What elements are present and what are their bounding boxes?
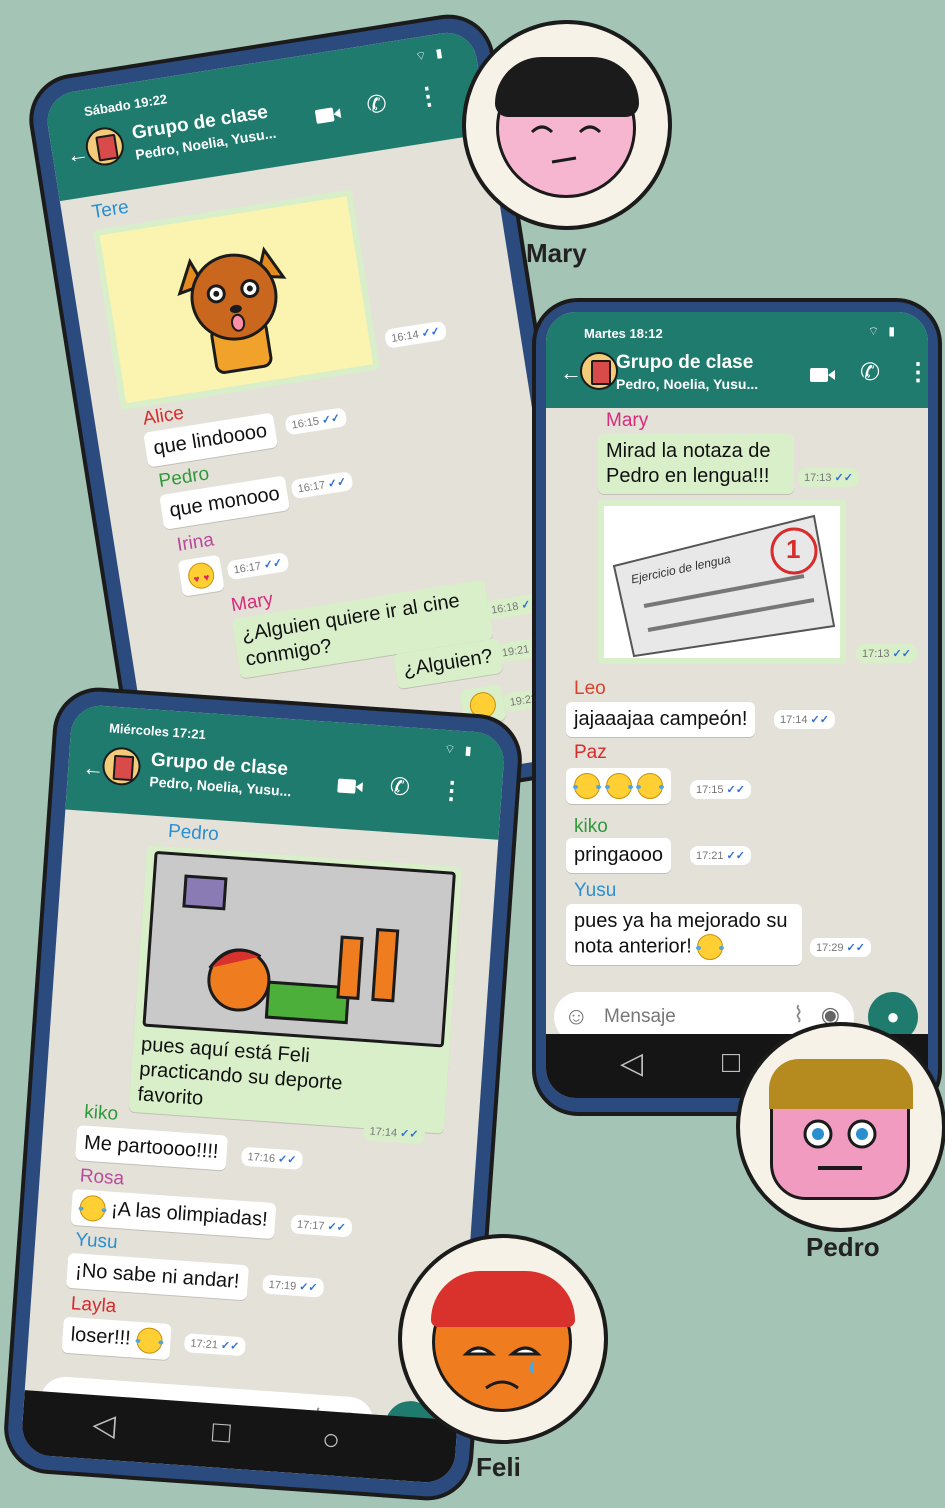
- phone-call-icon[interactable]: ✆: [365, 89, 389, 121]
- more-options-icon[interactable]: ⋮: [439, 776, 465, 807]
- tears-of-joy-emoji-icon: [573, 773, 601, 799]
- chat-title[interactable]: Grupo de clase: [616, 352, 753, 374]
- message-time: 17:15 ✓✓: [690, 780, 751, 799]
- emoji-message[interactable]: [177, 554, 225, 597]
- group-avatar[interactable]: [580, 352, 618, 390]
- pedro-expression: [803, 1119, 877, 1170]
- tears-of-joy-emoji-icon: [696, 934, 725, 960]
- status-time: Martes 18:12: [584, 326, 663, 341]
- input-placeholder: Mensaje: [604, 1006, 676, 1027]
- message-bubble[interactable]: loser!!!: [61, 1316, 172, 1361]
- chat-messages: Mary Mirad la notaza de Pedro en lengua!…: [546, 408, 928, 1098]
- message-time: 17:13 ✓✓: [798, 468, 859, 487]
- message-bubble[interactable]: Mirad la notaza de Pedro en lengua!!!: [598, 434, 794, 494]
- message-time: 17:14 ✓✓: [363, 1121, 426, 1145]
- feli-expression: [462, 1346, 542, 1390]
- dog-illustration: [177, 246, 287, 374]
- message-time: 16:14✓✓: [383, 320, 448, 349]
- message-time: 17:21 ✓✓: [690, 846, 751, 865]
- book-icon: [95, 133, 119, 162]
- mary-expression: [530, 125, 602, 164]
- emoji-picker-icon[interactable]: ☺: [564, 1003, 589, 1031]
- sender-yusu: Yusu: [74, 1229, 119, 1254]
- attach-icon[interactable]: ⌇: [793, 1002, 804, 1028]
- message-time: 17:14 ✓✓: [774, 710, 835, 729]
- sender-layla: Layla: [70, 1293, 117, 1318]
- book-icon: [112, 754, 135, 782]
- message-time: 17:16 ✓✓: [240, 1146, 304, 1170]
- emoji-message[interactable]: [566, 768, 672, 804]
- tears-of-joy-emoji-icon: [78, 1194, 107, 1223]
- sender-paz: Paz: [574, 742, 607, 763]
- status-icons: ⌔ ▮: [414, 45, 447, 64]
- message-bubble[interactable]: pringaooo: [566, 838, 671, 873]
- sender-pedro: Pedro: [167, 820, 220, 846]
- chat-header: Martes 18:12 ⌔ ▮ ← Grupo de clase Pedro,…: [546, 312, 928, 408]
- video-call-icon[interactable]: [337, 778, 357, 794]
- feli-name-label: Feli: [476, 1452, 521, 1482]
- tears-of-joy-emoji-icon: [636, 773, 665, 799]
- status-icons: ⌔ ▮: [443, 741, 475, 758]
- sender-leo: Leo: [574, 678, 606, 699]
- nav-home-icon[interactable]: □: [211, 1415, 231, 1450]
- sender-kiko: kiko: [83, 1101, 119, 1125]
- tears-of-joy-emoji-icon: [604, 773, 633, 799]
- pedro-face: [769, 1059, 913, 1200]
- sender-rosa: Rosa: [79, 1165, 125, 1190]
- sender-yusu: Yusu: [574, 880, 617, 901]
- tears-of-joy-emoji-icon: [135, 1326, 163, 1355]
- exam-image[interactable]: Ejercicio de lengua 1: [598, 500, 846, 664]
- message-bubble[interactable]: jajaaajaa campeón!: [566, 702, 756, 737]
- message-time: 16:17✓✓: [226, 552, 290, 581]
- chat-screen: Martes 18:12 ⌔ ▮ ← Grupo de clase Pedro,…: [546, 312, 928, 1098]
- nav-back-icon[interactable]: ◁: [620, 1046, 643, 1081]
- nav-recents-icon[interactable]: ○: [321, 1423, 341, 1458]
- message-time: 16:17✓✓: [290, 470, 354, 500]
- phone-tuesday: Martes 18:12 ⌔ ▮ ← Grupo de clase Pedro,…: [532, 298, 942, 1116]
- message-bubble[interactable]: Me partoooo!!!!: [74, 1125, 228, 1171]
- sender-kiko: kiko: [574, 816, 608, 837]
- message-time: 17:19 ✓✓: [262, 1274, 325, 1298]
- sender-mary: Mary: [606, 410, 649, 431]
- video-call-icon[interactable]: [314, 107, 335, 124]
- message-bubble[interactable]: pues ya ha mejorado su nota anterior!: [566, 904, 802, 965]
- status-time: Sábado 19:22: [82, 91, 169, 120]
- status-icons: ⌔ ▮: [867, 324, 898, 338]
- back-arrow-icon[interactable]: ←: [560, 360, 582, 386]
- message-time: 17:13 ✓✓: [856, 644, 917, 663]
- phone-call-icon[interactable]: ✆: [860, 358, 880, 387]
- nav-back-icon[interactable]: ◁: [91, 1407, 116, 1444]
- more-options-icon[interactable]: ⋮: [906, 358, 928, 387]
- group-avatar[interactable]: [101, 746, 142, 787]
- image-caption: pues aquí está Feli practicando su depor…: [136, 1033, 344, 1110]
- chat-members: Pedro, Noelia, Yusu...: [616, 376, 759, 392]
- book-icon: [591, 360, 611, 385]
- message-bubble[interactable]: ¡No sabe ni andar!: [66, 1252, 249, 1301]
- sender-irina: Irina: [175, 529, 216, 556]
- message-time: 16:15✓✓: [284, 407, 348, 436]
- dog-image[interactable]: [92, 189, 381, 411]
- mary-portrait: [462, 20, 672, 230]
- feli-face: [431, 1271, 575, 1412]
- fallen-boy-illustration: [182, 874, 400, 1025]
- nav-home-icon[interactable]: □: [722, 1046, 740, 1080]
- status-time: Miércoles 17:21: [108, 720, 207, 743]
- feli-portrait: [398, 1234, 608, 1444]
- sender-tere: Tere: [90, 196, 131, 224]
- mary-face: [495, 57, 639, 198]
- message-time: 17:29 ✓✓: [810, 938, 871, 957]
- fallen-boy-image: [142, 850, 456, 1048]
- video-call-icon[interactable]: [810, 368, 835, 382]
- exam-grade: 1: [786, 534, 801, 564]
- phone-call-icon[interactable]: ✆: [389, 772, 411, 802]
- more-options-icon[interactable]: ⋮: [414, 81, 442, 113]
- mary-name-label: Mary: [526, 238, 587, 268]
- message-time: 17:17 ✓✓: [290, 1214, 353, 1238]
- image-message[interactable]: pues aquí está Feli practicando su depor…: [128, 845, 463, 1134]
- pedro-name-label: Pedro: [806, 1232, 880, 1262]
- heart-eyes-emoji-icon: [186, 560, 217, 591]
- message-time: 17:21 ✓✓: [183, 1333, 246, 1357]
- pedro-portrait: [736, 1022, 945, 1232]
